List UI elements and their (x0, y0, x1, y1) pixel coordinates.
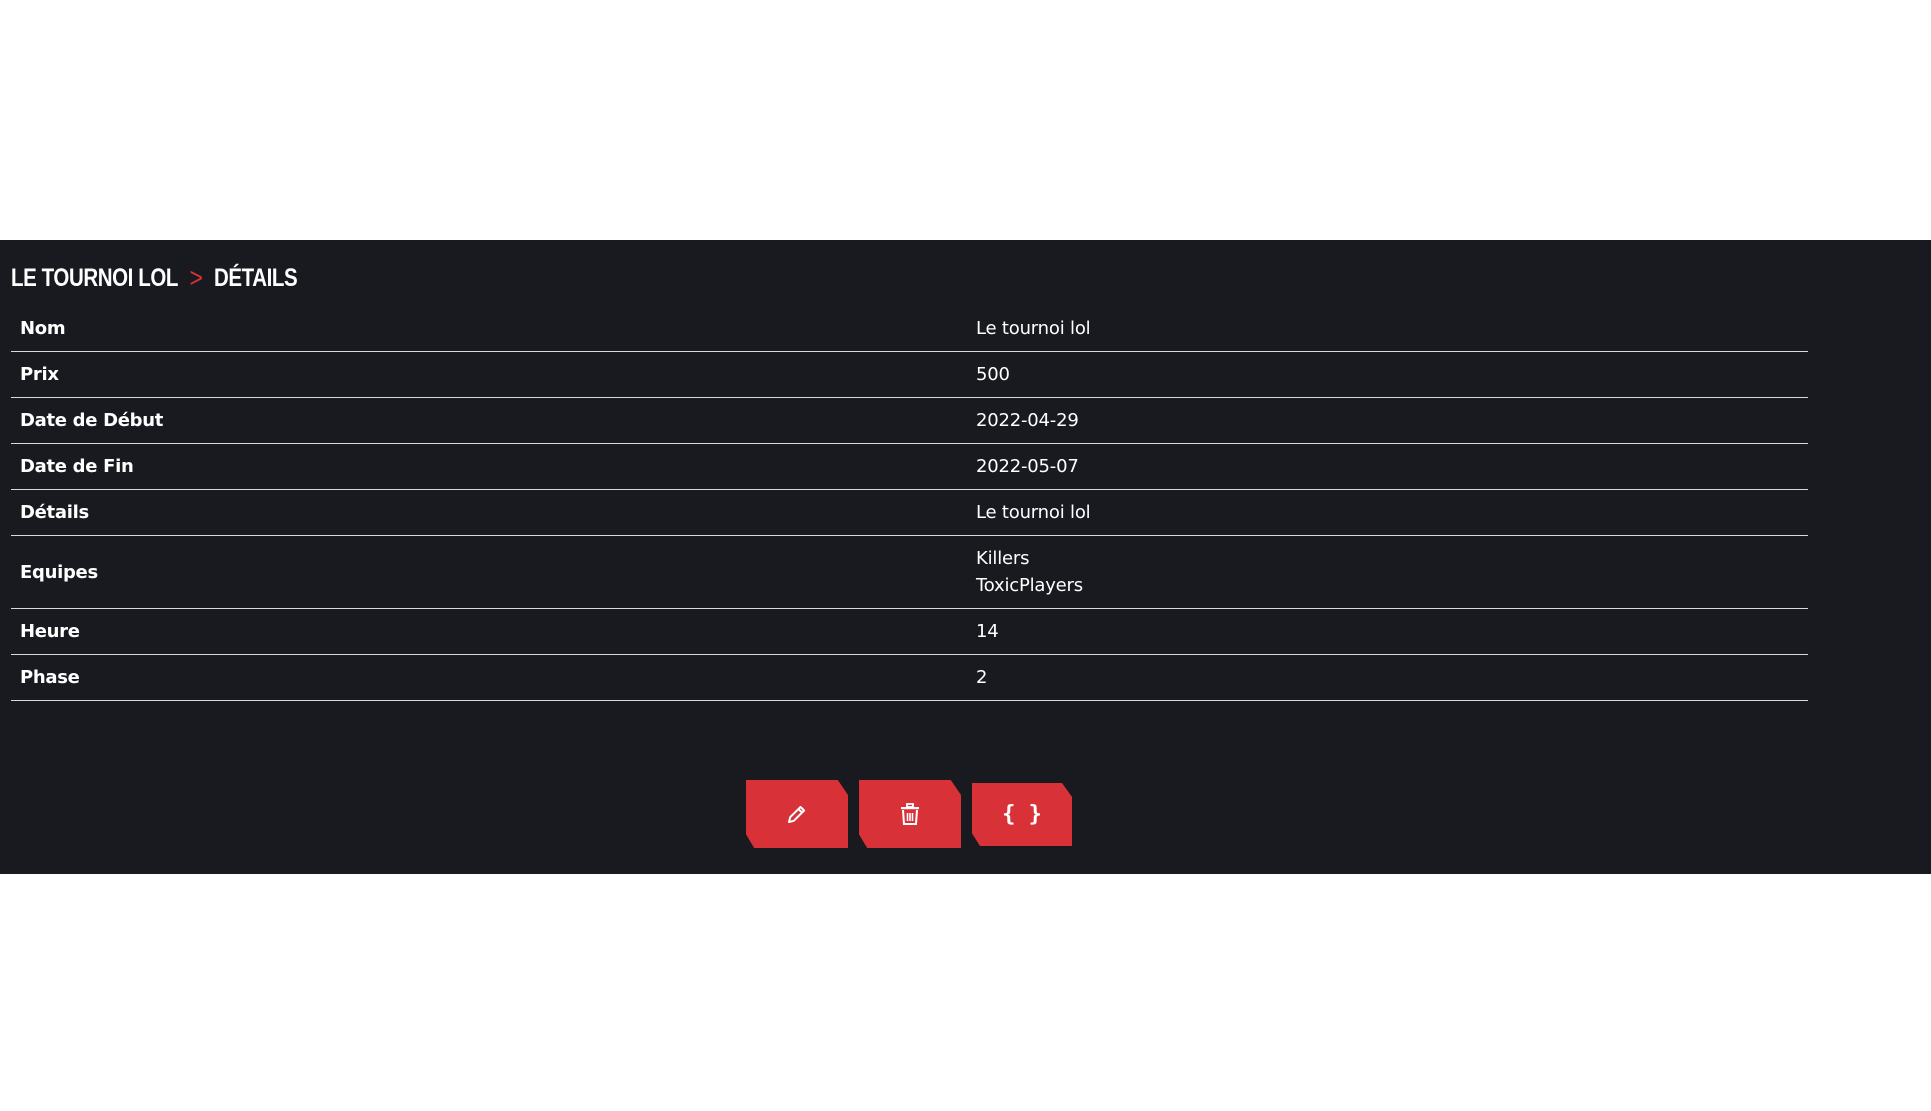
row-value: 14 (976, 609, 1808, 654)
row-value: 2022-05-07 (976, 444, 1808, 489)
row-label: Date de Début (20, 410, 164, 431)
details-table: Nom Le tournoi lol Prix 500 Date de Débu… (11, 306, 1808, 701)
row-value: Le tournoi lol (976, 490, 1808, 535)
value-text: 500 (976, 364, 1010, 385)
team-name: ToxicPlayers (976, 575, 1083, 596)
row-value: 2022-04-29 (976, 398, 1808, 443)
value-text: 2022-04-29 (976, 410, 1079, 431)
row-label: Date de Fin (20, 456, 134, 477)
chevron-right-icon: > (189, 262, 203, 293)
details-panel: LE TOURNOI LOL > DÉTAILS Nom Le tournoi … (0, 240, 1931, 874)
delete-button[interactable] (859, 780, 961, 848)
breadcrumb: LE TOURNOI LOL > DÉTAILS (11, 258, 298, 298)
value-text: Le tournoi lol (976, 502, 1091, 523)
breadcrumb-parent[interactable]: LE TOURNOI LOL (11, 264, 178, 293)
table-row-heure: Heure 14 (11, 609, 1808, 655)
pencil-icon (785, 802, 809, 826)
row-label: Prix (20, 364, 59, 385)
value-text: Le tournoi lol (976, 318, 1091, 339)
table-row-date-debut: Date de Début 2022-04-29 (11, 398, 1808, 444)
row-label: Phase (20, 667, 80, 688)
table-row-equipes: Equipes Killers ToxicPlayers (11, 536, 1808, 609)
value-text: 2022-05-07 (976, 456, 1079, 477)
row-value: 2 (976, 655, 1808, 700)
row-label: Nom (20, 318, 66, 339)
row-label: Heure (20, 621, 80, 642)
table-row-details: Détails Le tournoi lol (11, 490, 1808, 536)
team-name: Killers (976, 548, 1030, 569)
json-button[interactable]: { } (972, 783, 1072, 846)
row-value: 500 (976, 352, 1808, 397)
row-value: Killers ToxicPlayers (976, 536, 1808, 608)
edit-button[interactable] (746, 780, 848, 848)
row-label: Equipes (20, 561, 98, 583)
value-text: 2 (976, 667, 988, 688)
value-text: 14 (976, 621, 999, 642)
row-value: Le tournoi lol (976, 306, 1808, 351)
table-row-prix: Prix 500 (11, 352, 1808, 398)
table-row-phase: Phase 2 (11, 655, 1808, 701)
trash-icon (899, 802, 921, 826)
table-row-date-fin: Date de Fin 2022-05-07 (11, 444, 1808, 490)
breadcrumb-current: DÉTAILS (213, 263, 298, 292)
row-label: Détails (20, 502, 89, 523)
table-row-nom: Nom Le tournoi lol (11, 306, 1808, 352)
